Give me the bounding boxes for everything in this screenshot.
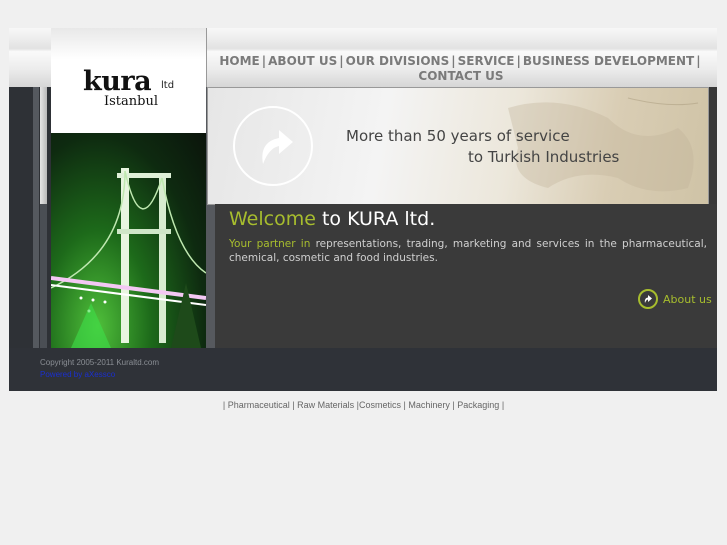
link-machinery[interactable]: Machinery (408, 400, 450, 410)
logo-city: Istanbul (104, 94, 159, 109)
banner-subheadline: to Turkish Industries (468, 148, 620, 166)
about-us-link[interactable]: About us (638, 289, 712, 309)
powered-by-link[interactable]: Powered by aXessco (40, 370, 115, 379)
link-packaging[interactable]: Packaging (457, 400, 499, 410)
link-raw-materials[interactable]: Raw Materials (297, 400, 354, 410)
nav-home[interactable]: HOME (219, 54, 259, 68)
nav-business-development[interactable]: BUSINESS DEVELOPMENT (523, 54, 694, 68)
page-frame: kura ltd Istanbul HOME | ABOUT US | OUR DIVI… (9, 28, 717, 391)
banner-headline: More than 50 years of service (346, 127, 570, 145)
arrow-circle-icon (638, 289, 658, 309)
nav-service[interactable]: SERVICE (458, 54, 515, 68)
hero-banner: More than 50 years of service to Turkish… (207, 87, 709, 205)
bridge-illustration (51, 168, 206, 348)
nav-contact-us[interactable]: CONTACT US (418, 69, 503, 83)
logo[interactable]: kura ltd Istanbul (51, 28, 207, 133)
nav-our-divisions[interactable]: OUR DIVISIONS (346, 54, 450, 68)
intro-text: Your partner in representations, trading… (229, 238, 707, 264)
arrow-circle-icon (233, 106, 313, 186)
logo-suffix: ltd (161, 80, 175, 91)
division-links: | Pharmaceutical | Raw Materials |Cosmet… (222, 400, 505, 410)
logo-name: kura (83, 66, 152, 97)
link-pharmaceutical[interactable]: Pharmaceutical (228, 400, 290, 410)
main-nav: HOME | ABOUT US | OUR DIVISIONS | SERVICE | BUSI… (219, 54, 701, 83)
welcome-heading: Welcome to KURA ltd. (229, 208, 436, 230)
footer: Copyright 2005-2011 Kuraltd.com Powered … (9, 348, 717, 391)
about-us-label: About us (663, 292, 712, 306)
bridge-photo (51, 133, 206, 348)
welcome-section: Welcome to KURA ltd. Your partner in rep… (215, 204, 717, 348)
link-cosmetics[interactable]: Cosmetics (359, 400, 401, 410)
nav-about-us[interactable]: ABOUT US (268, 54, 337, 68)
copyright-text: Copyright 2005-2011 Kuraltd.com (40, 358, 160, 367)
left-rail (9, 87, 51, 348)
